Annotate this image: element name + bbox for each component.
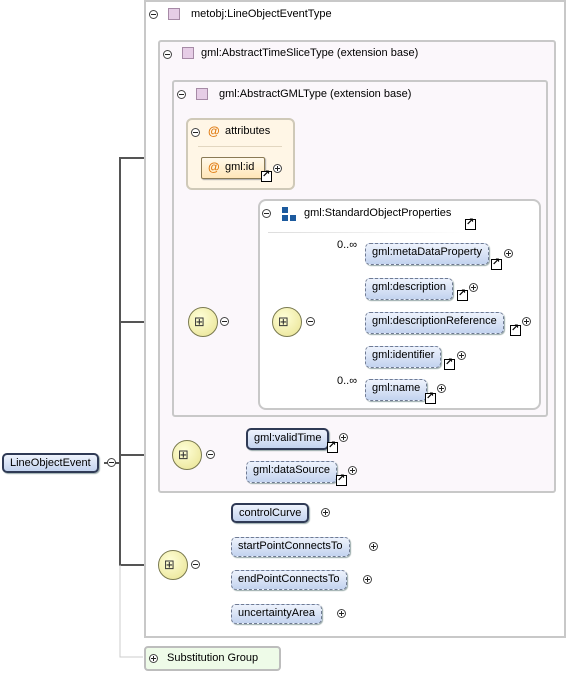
- element-label: uncertaintyArea: [238, 607, 316, 619]
- collapse-icon[interactable]: [191, 128, 200, 137]
- type-label: metobj:LineObjectEventType: [191, 8, 332, 20]
- reference-arrow-icon[interactable]: [444, 357, 455, 370]
- root-element-lineobjectevent[interactable]: LineObjectEvent: [2, 453, 99, 473]
- collapse-icon[interactable]: [220, 317, 229, 326]
- element-label: gml:metaDataProperty: [372, 246, 483, 258]
- collapse-icon[interactable]: [262, 209, 271, 218]
- expand-icon[interactable]: [457, 351, 466, 360]
- group-icon: [282, 207, 296, 221]
- attribute-icon: @: [208, 124, 220, 138]
- element-metadataproperty[interactable]: gml:metaDataProperty: [365, 243, 490, 265]
- element-uncertaintyarea[interactable]: uncertaintyArea: [231, 604, 323, 624]
- element-label: gml:validTime: [254, 432, 322, 444]
- reference-arrow-icon[interactable]: [510, 323, 521, 336]
- collapse-icon[interactable]: [206, 450, 215, 459]
- element-controlcurve[interactable]: controlCurve: [231, 503, 310, 523]
- expand-icon[interactable]: [273, 164, 282, 173]
- group-label: gml:StandardObjectProperties: [304, 207, 452, 219]
- expand-icon[interactable]: [469, 283, 478, 292]
- element-description[interactable]: gml:description: [365, 278, 453, 300]
- collapse-icon[interactable]: [107, 458, 116, 467]
- element-validtime[interactable]: gml:validTime: [246, 428, 330, 450]
- occurs-label: 0..∞: [337, 375, 358, 387]
- element-label: controlCurve: [239, 507, 302, 519]
- element-label: gml:name: [372, 382, 421, 394]
- substitution-group-label: Substitution Group: [167, 652, 259, 664]
- reference-arrow-icon[interactable]: [491, 257, 502, 270]
- extension-gml-label: gml:AbstractGMLType (extension base): [219, 88, 412, 100]
- expand-icon[interactable]: [522, 317, 531, 326]
- divider: [268, 232, 468, 233]
- reference-arrow-icon[interactable]: [425, 391, 436, 404]
- reference-arrow-icon[interactable]: [327, 440, 338, 453]
- element-datasource[interactable]: gml:dataSource: [246, 461, 338, 483]
- expand-icon[interactable]: [504, 249, 513, 258]
- element-startpointconnectsto[interactable]: startPointConnectsTo: [231, 537, 350, 557]
- extension-timeslice-label: gml:AbstractTimeSliceType (extension bas…: [201, 47, 419, 59]
- element-endpointconnectsto[interactable]: endPointConnectsTo: [231, 570, 347, 590]
- reference-arrow-icon[interactable]: [336, 473, 347, 486]
- reference-arrow-icon[interactable]: [465, 217, 476, 230]
- reference-arrow-icon[interactable]: [457, 288, 468, 301]
- sequence-compositor-icon: ⊞: [158, 550, 188, 580]
- expand-icon[interactable]: [369, 542, 378, 551]
- reference-arrow-icon[interactable]: [261, 169, 272, 182]
- attributes-label: attributes: [225, 125, 271, 137]
- element-identifier[interactable]: gml:identifier: [365, 346, 442, 368]
- divider: [198, 146, 282, 147]
- element-descriptionreference[interactable]: gml:descriptionReference: [365, 312, 504, 334]
- occurs-label: 0..∞: [337, 239, 358, 251]
- collapse-icon[interactable]: [306, 317, 315, 326]
- element-label: startPointConnectsTo: [238, 540, 343, 552]
- attribute-label: gml:id: [225, 161, 255, 173]
- expand-icon[interactable]: [363, 575, 372, 584]
- element-label: gml:identifier: [372, 349, 435, 361]
- expand-icon[interactable]: [149, 654, 158, 663]
- collapse-icon[interactable]: [163, 50, 172, 59]
- complex-type-icon: [182, 47, 194, 59]
- element-label: gml:descriptionReference: [372, 315, 497, 327]
- element-label: LineObjectEvent: [10, 457, 91, 469]
- complex-type-icon: [168, 8, 180, 20]
- expand-icon[interactable]: [337, 609, 346, 618]
- element-name[interactable]: gml:name: [365, 379, 428, 401]
- expand-icon[interactable]: [339, 433, 348, 442]
- element-label: endPointConnectsTo: [238, 573, 340, 585]
- expand-icon[interactable]: [437, 384, 446, 393]
- expand-icon[interactable]: [348, 466, 357, 475]
- attribute-icon: @: [208, 160, 220, 174]
- expand-icon[interactable]: [321, 508, 330, 517]
- sequence-compositor-icon: ⊞: [188, 307, 218, 337]
- complex-type-icon: [196, 88, 208, 100]
- sequence-compositor-icon: ⊞: [172, 440, 202, 470]
- collapse-icon[interactable]: [177, 90, 186, 99]
- collapse-icon[interactable]: [191, 560, 200, 569]
- collapse-icon[interactable]: [149, 10, 158, 19]
- element-label: gml:dataSource: [253, 464, 331, 476]
- sequence-compositor-icon: ⊞: [272, 307, 302, 337]
- element-label: gml:description: [372, 281, 446, 293]
